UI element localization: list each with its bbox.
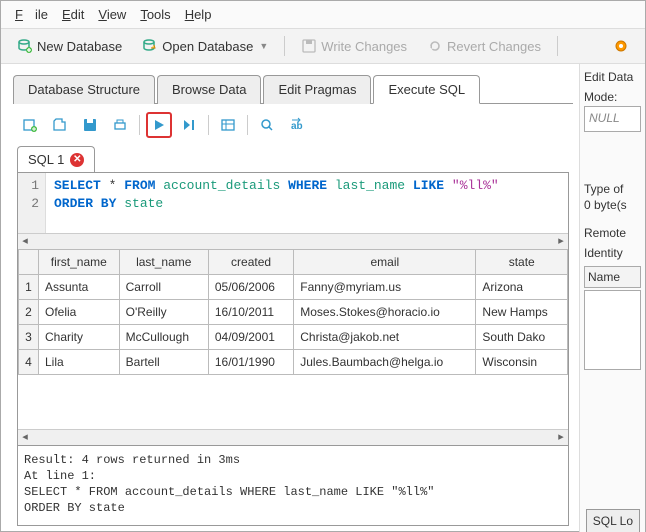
new-database-button[interactable]: New Database: [11, 35, 128, 57]
table-cell[interactable]: Jules.Baumbach@helga.io: [294, 350, 476, 375]
find-replace-button[interactable]: ab: [284, 112, 310, 138]
menu-file[interactable]: File: [9, 5, 54, 24]
name-header: Name: [584, 266, 641, 288]
write-changes-button: Write Changes: [295, 35, 413, 57]
table-cell[interactable]: Charity: [39, 325, 120, 350]
table-cell[interactable]: New Hamps: [476, 300, 568, 325]
tab-browse-data[interactable]: Browse Data: [157, 75, 261, 104]
table-cell[interactable]: 4: [19, 350, 39, 375]
revert-changes-button: Revert Changes: [421, 35, 547, 57]
table-cell[interactable]: Ofelia: [39, 300, 120, 325]
menu-help[interactable]: Help: [179, 5, 218, 24]
table-row[interactable]: 3CharityMcCullough04/09/2001Christa@jako…: [19, 325, 568, 350]
sql-editor[interactable]: 12 SELECT * FROM account_details WHERE l…: [18, 173, 568, 233]
new-tab-button[interactable]: [17, 112, 43, 138]
result-log[interactable]: Result: 4 rows returned in 3ms At line 1…: [18, 445, 568, 525]
table-cell[interactable]: 3: [19, 325, 39, 350]
execute-button[interactable]: [146, 112, 172, 138]
table-row[interactable]: 2OfeliaO'Reilly16/10/2011Moses.Stokes@ho…: [19, 300, 568, 325]
line-gutter: 12: [18, 173, 46, 233]
main-tabs: Database Structure Browse Data Edit Prag…: [13, 74, 573, 104]
project-button[interactable]: [607, 35, 635, 57]
mode-value[interactable]: NULL: [584, 106, 641, 132]
table-cell[interactable]: 16/10/2011: [208, 300, 293, 325]
identity-label: Identity: [584, 246, 641, 260]
menu-edit[interactable]: Edit: [56, 5, 90, 24]
edit-data-title: Edit Data: [584, 70, 641, 84]
column-header[interactable]: last_name: [119, 250, 208, 275]
menu-tools[interactable]: Tools: [134, 5, 176, 24]
tab-database-structure[interactable]: Database Structure: [13, 75, 155, 104]
revert-changes-label: Revert Changes: [447, 39, 541, 54]
table-cell[interactable]: O'Reilly: [119, 300, 208, 325]
mode-label: Mode:: [584, 90, 641, 104]
table-cell[interactable]: Fanny@myriam.us: [294, 275, 476, 300]
table-cell[interactable]: 05/06/2006: [208, 275, 293, 300]
menubar: File Edit View Tools Help: [1, 1, 645, 29]
name-list[interactable]: [584, 290, 641, 370]
table-cell[interactable]: Arizona: [476, 275, 568, 300]
sql-file-tab[interactable]: SQL 1 ✕: [17, 146, 95, 172]
svg-text:ab: ab: [291, 121, 303, 132]
sql-tab-label: SQL 1: [28, 152, 64, 167]
open-database-button[interactable]: Open Database ▼: [136, 35, 274, 57]
table-cell[interactable]: Carroll: [119, 275, 208, 300]
column-header[interactable]: email: [294, 250, 476, 275]
database-open-icon: [142, 38, 158, 54]
close-tab-icon[interactable]: ✕: [70, 153, 84, 167]
table-cell[interactable]: 2: [19, 300, 39, 325]
sql-log-tab[interactable]: SQL Lo: [586, 509, 640, 532]
result-grid[interactable]: first_namelast_namecreatedemailstate 1As…: [18, 249, 568, 429]
table-cell[interactable]: Bartell: [119, 350, 208, 375]
table-cell[interactable]: South Dako: [476, 325, 568, 350]
database-plus-icon: [17, 38, 33, 54]
write-changes-label: Write Changes: [321, 39, 407, 54]
open-sql-button[interactable]: [47, 112, 73, 138]
bytes-label: 0 byte(s: [584, 198, 641, 212]
tab-execute-sql[interactable]: Execute SQL: [373, 75, 480, 104]
dropdown-icon[interactable]: ▼: [259, 41, 268, 51]
table-cell[interactable]: Lila: [39, 350, 120, 375]
column-header[interactable]: created: [208, 250, 293, 275]
find-button[interactable]: [254, 112, 280, 138]
remote-label: Remote: [584, 226, 641, 240]
tab-edit-pragmas[interactable]: Edit Pragmas: [263, 75, 371, 104]
open-database-label: Open Database: [162, 39, 253, 54]
save-results-button[interactable]: [215, 112, 241, 138]
editor-scrollbar[interactable]: [18, 233, 568, 249]
table-cell[interactable]: McCullough: [119, 325, 208, 350]
table-row[interactable]: 1AssuntaCarroll05/06/2006Fanny@myriam.us…: [19, 275, 568, 300]
table-row[interactable]: 4LilaBartell16/01/1990Jules.Baumbach@hel…: [19, 350, 568, 375]
sql-code[interactable]: SELECT * FROM account_details WHERE last…: [46, 173, 507, 233]
new-database-label: New Database: [37, 39, 122, 54]
table-cell[interactable]: Assunta: [39, 275, 120, 300]
gear-icon: [613, 38, 629, 54]
revert-icon: [427, 38, 443, 54]
main-toolbar: New Database Open Database ▼ Write Chang…: [1, 29, 645, 64]
table-cell[interactable]: Wisconsin: [476, 350, 568, 375]
save-sql-button[interactable]: [77, 112, 103, 138]
column-header[interactable]: [19, 250, 39, 275]
column-header[interactable]: first_name: [39, 250, 120, 275]
grid-scrollbar[interactable]: [18, 429, 568, 445]
side-panel: Edit Data Mode: NULL Type of 0 byte(s Re…: [579, 64, 645, 532]
print-button[interactable]: [107, 112, 133, 138]
typeof-label: Type of: [584, 182, 641, 196]
menu-view[interactable]: View: [92, 5, 132, 24]
table-cell[interactable]: Moses.Stokes@horacio.io: [294, 300, 476, 325]
column-header[interactable]: state: [476, 250, 568, 275]
table-cell[interactable]: Christa@jakob.net: [294, 325, 476, 350]
table-cell[interactable]: 1: [19, 275, 39, 300]
execute-line-button[interactable]: [176, 112, 202, 138]
save-icon: [301, 38, 317, 54]
table-cell[interactable]: 04/09/2001: [208, 325, 293, 350]
sql-toolbar: ab: [13, 104, 573, 146]
table-cell[interactable]: 16/01/1990: [208, 350, 293, 375]
